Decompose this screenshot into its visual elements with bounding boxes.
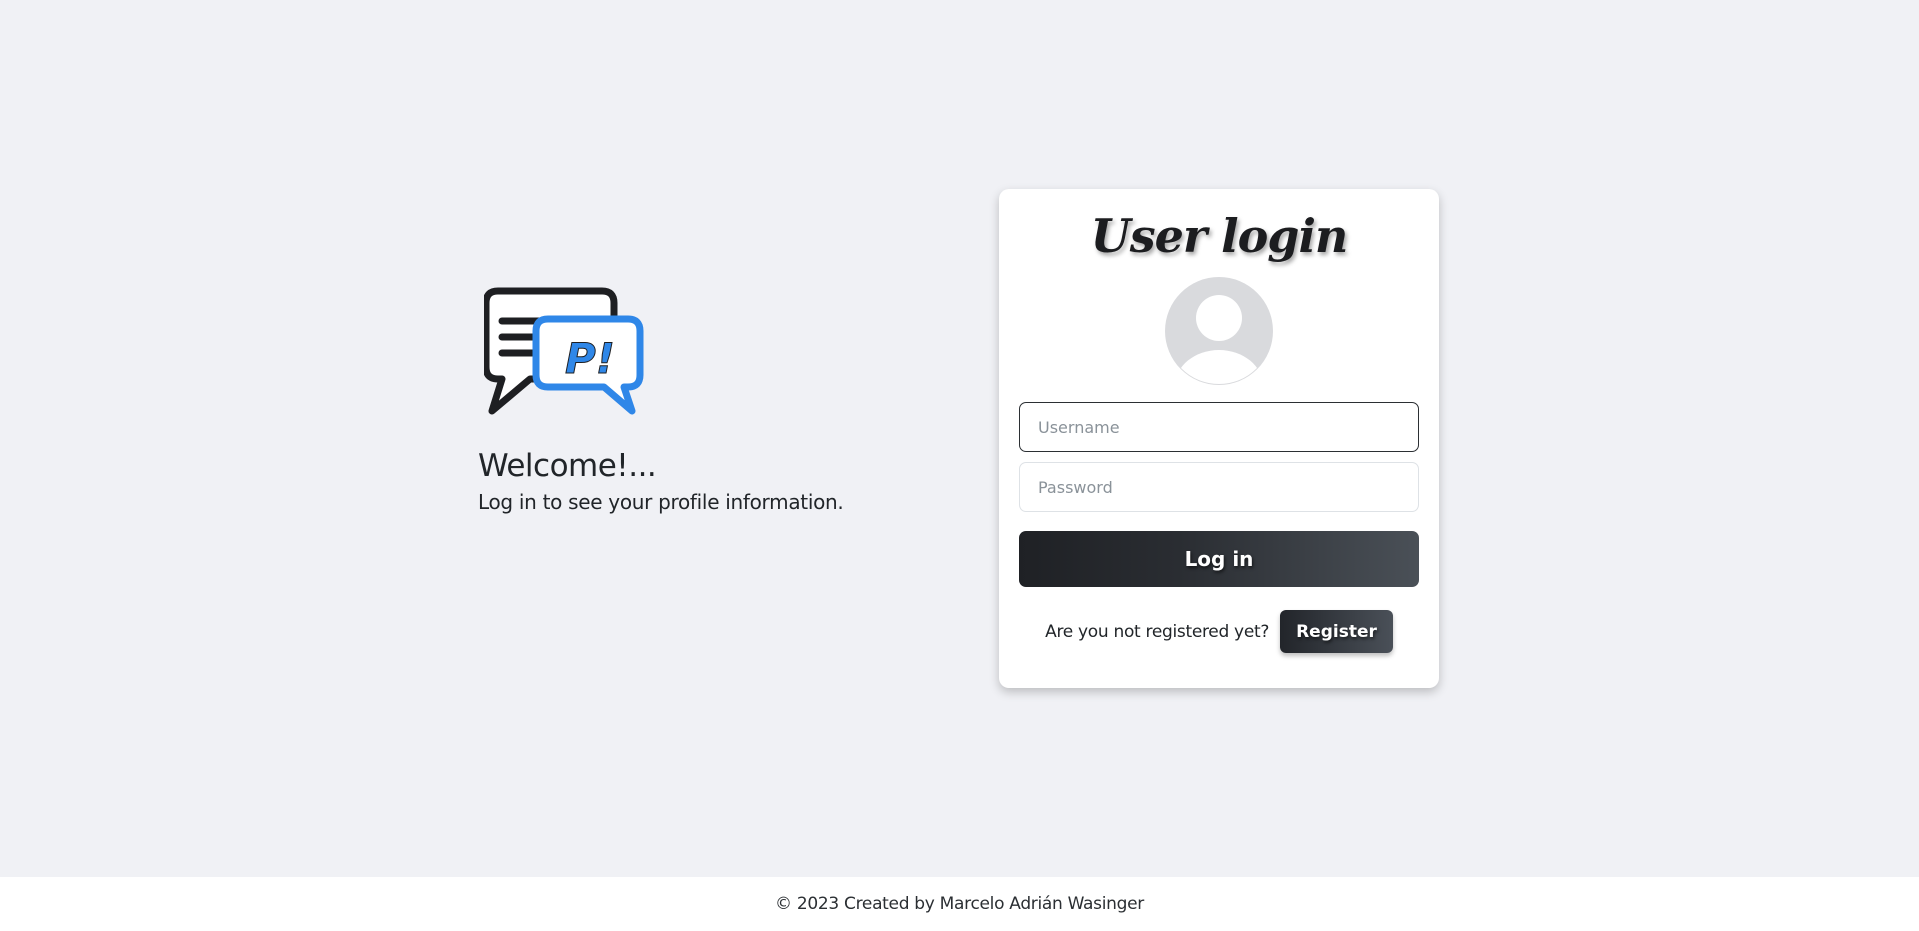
welcome-subtitle: Log in to see your profile information.: [478, 490, 844, 514]
password-input[interactable]: [1019, 462, 1419, 512]
login-card: User login Log in Are you not registered…: [999, 189, 1439, 688]
register-button[interactable]: Register: [1280, 610, 1393, 653]
welcome-section: P! Welcome!... Log in to see your profil…: [478, 287, 938, 514]
welcome-title: Welcome!...: [478, 448, 657, 484]
footer-text: © 2023 Created by Marcelo Adrián Wasinge…: [775, 894, 1144, 914]
logo-letters: P!: [565, 334, 615, 383]
register-row: Are you not registered yet? Register: [1019, 610, 1419, 653]
chat-bubbles-logo-icon: P!: [482, 287, 644, 415]
main-content: P! Welcome!... Log in to see your profil…: [0, 0, 1919, 877]
login-button[interactable]: Log in: [1019, 531, 1419, 587]
user-avatar-icon: [1165, 277, 1273, 385]
username-input[interactable]: [1019, 402, 1419, 452]
login-title: User login: [1090, 209, 1349, 263]
footer: © 2023 Created by Marcelo Adrián Wasinge…: [0, 877, 1919, 931]
register-prompt: Are you not registered yet?: [1045, 621, 1270, 642]
